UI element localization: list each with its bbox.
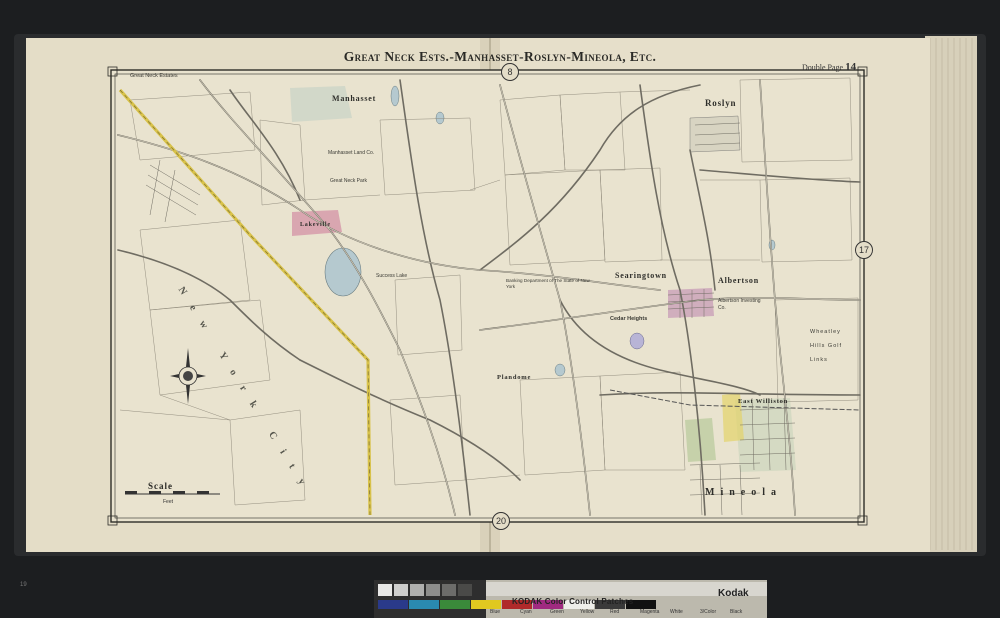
place-roslyn: Roslyn: [705, 98, 737, 108]
tract-banking-department: Banking Department of The State of New Y…: [506, 278, 590, 289]
tract-albertson-investing: Albertson Investing Co.: [718, 298, 761, 311]
manhasset-village: [290, 86, 352, 122]
success-lake: [324, 247, 362, 297]
adjoining-page-right[interactable]: 17: [855, 241, 873, 259]
page-label-number: 14: [845, 61, 857, 73]
place-albertson: Albertson: [718, 276, 759, 285]
patch-blue: [378, 600, 408, 609]
page-label: Double Page 14: [802, 61, 856, 73]
patch-label: 3/Color: [700, 609, 717, 615]
patch-label: Blue: [490, 609, 501, 615]
pond-north: [435, 111, 445, 125]
manhasset-pond: [390, 85, 400, 107]
tract-manhasset-land-co: Manhasset Land Co.: [328, 150, 375, 156]
place-manhasset: Manhasset: [332, 94, 377, 103]
patch-label: Cyan: [520, 609, 532, 615]
tract-great-neck-park: Great Neck Park: [330, 178, 367, 184]
patch-label: White: [670, 609, 683, 615]
patch-label: Red: [610, 609, 620, 615]
corner-note: 19: [20, 582, 27, 588]
adjoining-page-bottom[interactable]: 20: [492, 512, 510, 530]
patch-label: Green: [550, 609, 564, 615]
scale-unit: Feet: [163, 499, 174, 505]
pond: [554, 363, 566, 377]
page-edges-right: [925, 36, 977, 552]
tract-wheatley-hills-golf: Wheatley Hills Golf Links: [810, 329, 843, 363]
scale-label: Scale: [148, 481, 173, 491]
patch-green: [440, 600, 470, 609]
kodak-logo: Kodak: [718, 588, 749, 599]
patch-label: Black: [730, 609, 743, 615]
patch-label: Yellow: [580, 609, 595, 615]
page-label-prefix: Double Page: [802, 63, 844, 72]
patch-yellow: [471, 600, 501, 609]
kodak-strip-title: KODAK Color Control Patches: [512, 597, 634, 606]
patch-cyan: [409, 600, 439, 609]
cedar-pond: [629, 332, 645, 350]
place-searingtown: Searingtown: [615, 271, 667, 280]
place-great-neck-estates: Great Neck Estates: [130, 73, 178, 79]
place-east-williston: East Williston: [738, 398, 789, 405]
tract-success-lake: Success Lake: [376, 273, 408, 279]
place-cedar-heights: Cedar Heights: [610, 316, 648, 322]
place-lakeville: Lakeville: [300, 222, 331, 228]
patch-label: Magenta: [640, 609, 660, 615]
place-plandome: Plandome: [497, 374, 532, 381]
place-mineola: Mineola: [705, 487, 782, 498]
adjoining-page-top[interactable]: 8: [501, 63, 519, 81]
